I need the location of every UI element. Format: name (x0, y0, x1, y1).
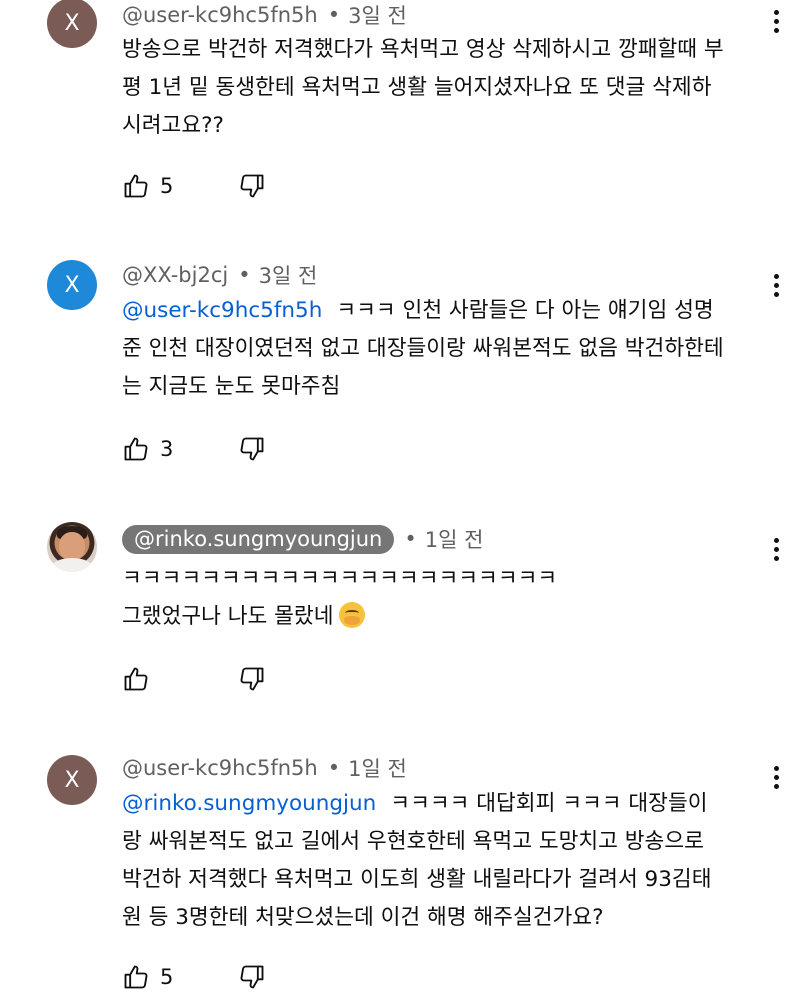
like-button[interactable] (122, 665, 174, 693)
like-count: 5 (160, 965, 174, 989)
comment-text-content: 방송으로 박건하 저격했다가 욕처먹고 영상 삭제하시고 깡패할때 부 평 1년… (122, 37, 724, 138)
thumbs-down-icon (240, 667, 264, 691)
comment-header: @rinko.sungmyoungjun • 1일 전 (122, 524, 483, 554)
dislike-button[interactable] (238, 172, 266, 200)
mention-link[interactable]: @rinko.sungmyoungjun (122, 791, 376, 816)
timestamp[interactable]: 3일 전 (348, 0, 407, 30)
avatar-letter: X (64, 10, 80, 36)
avatar-letter: X (64, 767, 80, 793)
dislike-button[interactable] (238, 665, 266, 693)
author-name[interactable]: @rinko.sungmyoungjun (122, 524, 395, 554)
separator: • (327, 3, 341, 27)
thumbs-up-icon (124, 965, 148, 989)
thumbs-up-icon (124, 667, 148, 691)
author-name[interactable]: @user-kc9hc5fn5h (122, 3, 318, 27)
thumbs-down-icon (240, 437, 264, 461)
more-vert-icon[interactable] (770, 766, 782, 792)
thumbs-up-icon (124, 437, 148, 461)
author-name[interactable]: @user-kc9hc5fn5h (122, 756, 318, 780)
like-button[interactable]: 3 (122, 435, 174, 463)
thumbs-down-icon (240, 174, 264, 198)
comment-actions: 5 (122, 171, 264, 201)
author-name[interactable]: @XX-bj2cj (122, 263, 228, 287)
avatar[interactable]: X (47, 260, 97, 310)
timestamp[interactable]: 1일 전 (348, 753, 407, 783)
avatar[interactable]: X (47, 755, 97, 805)
thumbs-down-icon (240, 965, 264, 989)
more-vert-icon[interactable] (770, 538, 782, 564)
avatar[interactable] (47, 522, 97, 572)
comment-header: @XX-bj2cj • 3일 전 (122, 260, 317, 290)
comment-text: ㅋㅋㅋㅋㅋㅋㅋㅋㅋㅋㅋㅋㅋㅋㅋㅋㅋㅋㅋㅋㅋㅋ 그랬었구나 나도 몰랐네 (122, 560, 762, 636)
separator: • (327, 756, 341, 780)
thumbs-up-icon (124, 174, 148, 198)
comment-text: @user-kc9hc5fn5h ㅋㅋㅋ 인천 사람들은 다 아는 얘기임 성명 … (122, 292, 762, 406)
dislike-button[interactable] (238, 435, 266, 463)
timestamp[interactable]: 3일 전 (259, 260, 318, 290)
comment-actions (122, 664, 264, 694)
like-count: 5 (160, 174, 174, 198)
avatar-letter: X (64, 272, 80, 298)
smiling-face-with-hand-over-mouth-icon (339, 602, 366, 628)
comment-header: @user-kc9hc5fn5h • 3일 전 (122, 0, 407, 30)
comment-header: @user-kc9hc5fn5h • 1일 전 (122, 753, 407, 783)
comment-actions: 5 (122, 962, 264, 992)
comment-actions: 3 (122, 434, 264, 464)
dislike-button[interactable] (238, 963, 266, 991)
like-count: 3 (160, 437, 174, 461)
comment-text: 방송으로 박건하 저격했다가 욕처먹고 영상 삭제하시고 깡패할때 부 평 1년… (122, 31, 762, 145)
separator: • (404, 527, 417, 551)
more-vert-icon[interactable] (770, 10, 782, 36)
comment-text: @rinko.sungmyoungjun ㅋㅋㅋㅋ 대답회피 ㅋㅋㅋ 대장들이 랑… (122, 785, 762, 937)
like-button[interactable]: 5 (122, 172, 174, 200)
separator: • (238, 263, 251, 287)
timestamp[interactable]: 1일 전 (425, 524, 484, 554)
mention-link[interactable]: @user-kc9hc5fn5h (122, 298, 322, 323)
avatar[interactable]: X (47, 0, 97, 48)
more-vert-icon[interactable] (770, 274, 782, 300)
like-button[interactable]: 5 (122, 963, 174, 991)
